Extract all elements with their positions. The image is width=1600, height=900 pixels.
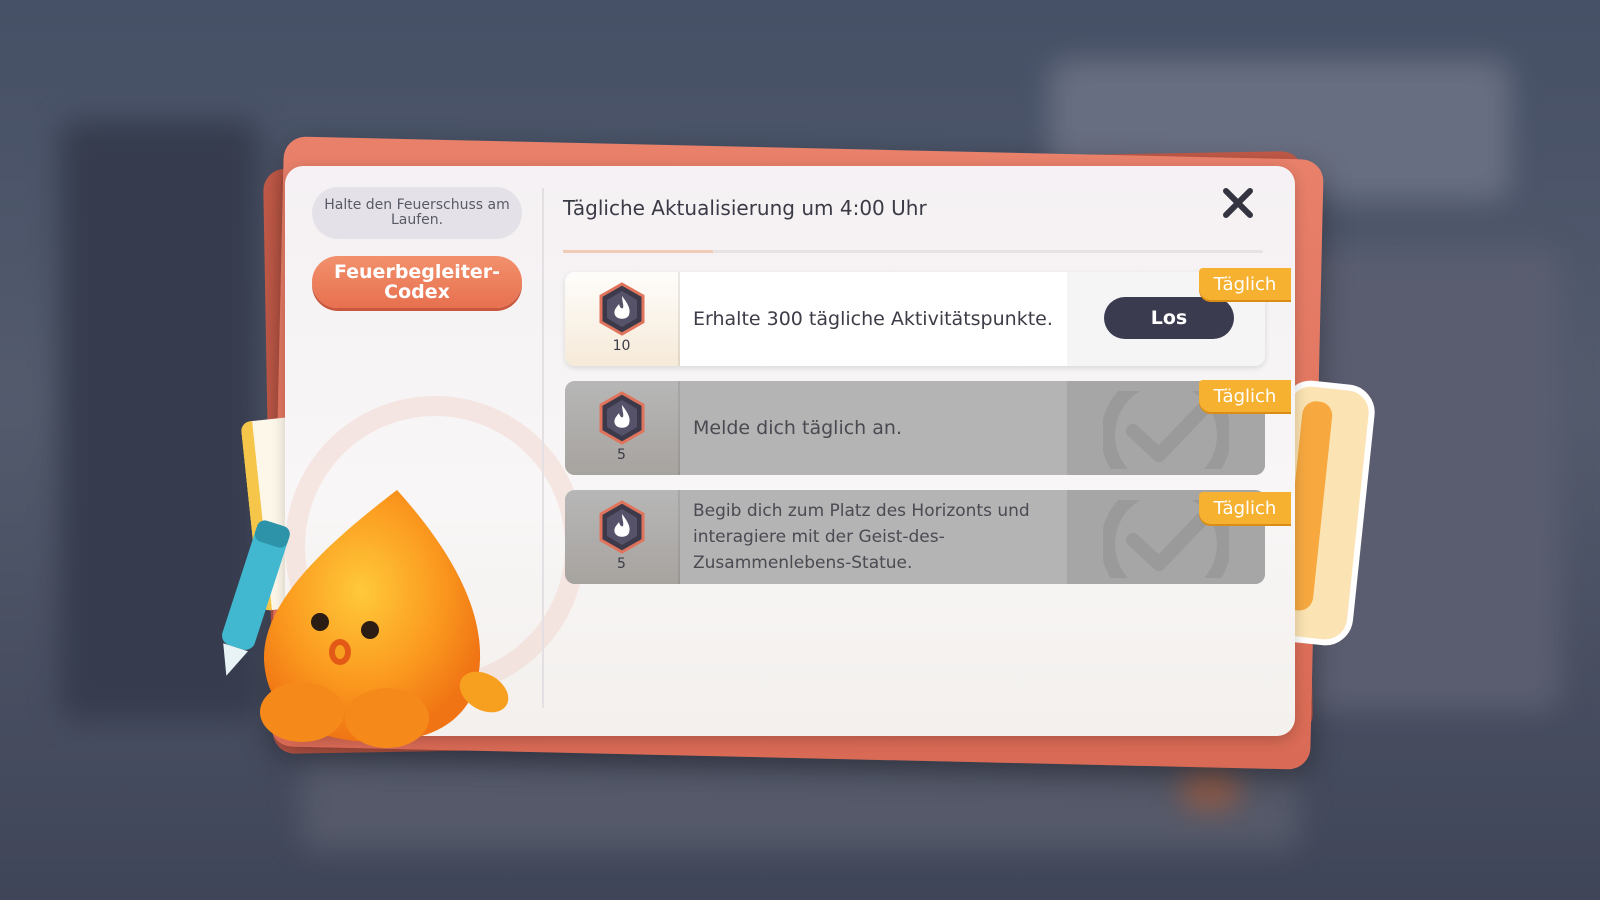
daily-tag: Täglich [1199, 492, 1291, 524]
flame-hexagon-icon [599, 282, 645, 336]
task-points: 10 [612, 338, 631, 354]
task-row: 5 Begib dich zum Platz des Horizonts und… [565, 490, 1265, 584]
task-points: 5 [617, 447, 626, 463]
sidebar-divider [542, 188, 544, 708]
hint-text: Halte den Feuerschuss am Laufen. [324, 197, 510, 228]
task-points-cell: 5 [565, 381, 680, 475]
task-description: Erhalte 300 tägliche Aktivitätspunkte. [693, 308, 1053, 330]
fire-companion-codex-button[interactable]: Feuerbegleiter-Codex [312, 256, 522, 308]
task-description: Begib dich zum Platz des Horizonts und i… [693, 501, 1030, 573]
hint-pill: Halte den Feuerschuss am Laufen. [312, 187, 522, 239]
task-row: 10 Erhalte 300 tägliche Aktivitätspunkte… [565, 272, 1265, 366]
flame-hexagon-icon [599, 391, 645, 445]
codex-button-label: Feuerbegleiter-Codex [333, 261, 501, 303]
task-description: Melde dich täglich an. [693, 417, 902, 439]
task-points-cell: 10 [565, 272, 680, 366]
close-icon [1223, 188, 1253, 218]
fire-companion-mascot [222, 490, 509, 748]
header-underline [563, 250, 1263, 253]
daily-tag: Täglich [1199, 380, 1291, 412]
flame-hexagon-icon [599, 500, 645, 554]
task-points: 5 [617, 556, 626, 572]
task-points-cell: 5 [565, 490, 680, 584]
page-title: Tägliche Aktualisierung um 4:00 Uhr [563, 196, 927, 220]
go-button[interactable]: Los [1104, 297, 1234, 339]
task-row: 5 Melde dich täglich an. [565, 381, 1265, 475]
close-button[interactable] [1218, 183, 1258, 223]
daily-tag: Täglich [1199, 268, 1291, 300]
